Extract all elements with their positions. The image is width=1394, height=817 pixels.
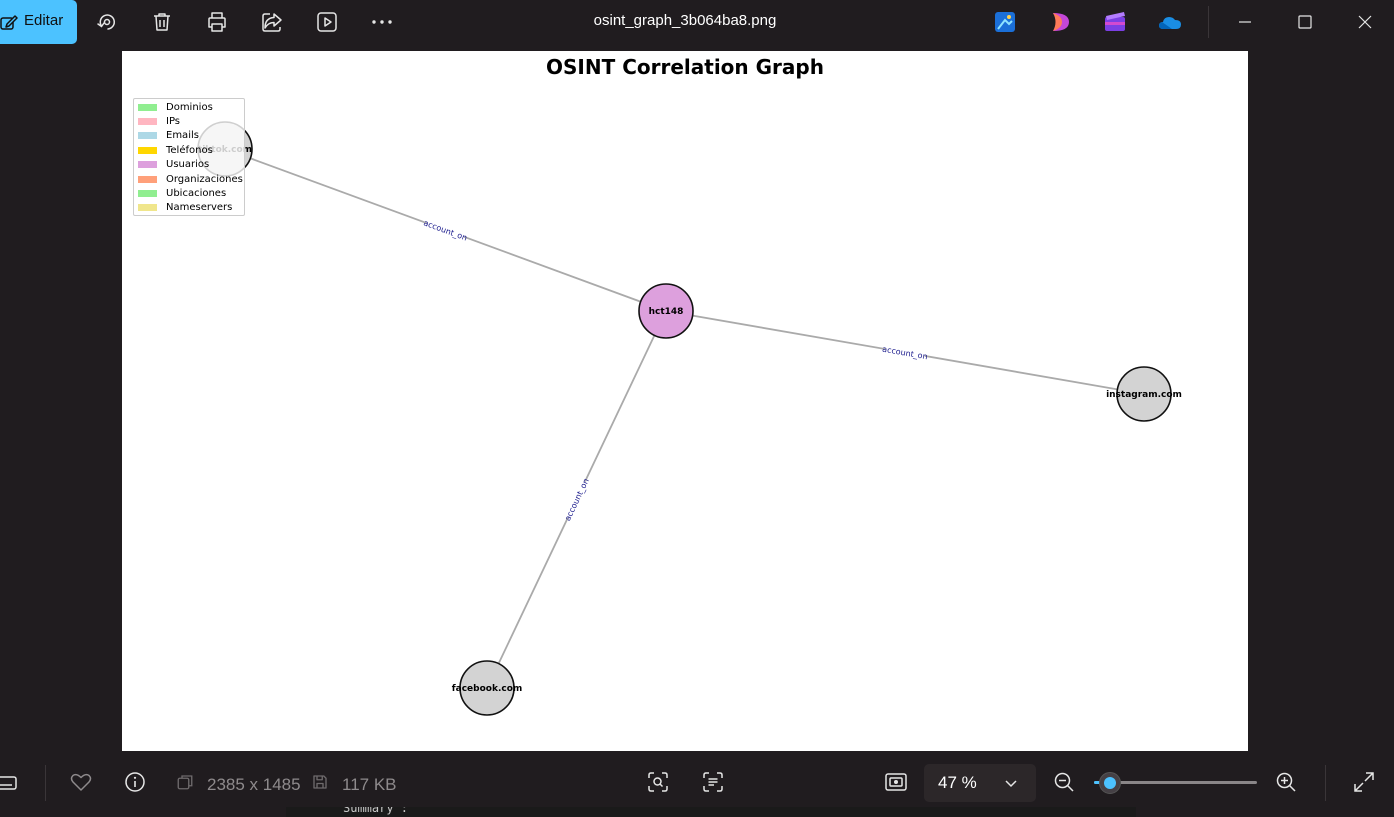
edit-button[interactable]: Editar — [0, 0, 77, 44]
info-icon[interactable] — [123, 770, 147, 794]
legend-label: Organizaciones — [166, 173, 243, 185]
legend-label: Teléfonos — [166, 144, 213, 156]
share-icon[interactable] — [260, 10, 284, 34]
graph-node-label: instagram.com — [1106, 390, 1182, 400]
title-divider — [1208, 6, 1209, 38]
zoom-level: 47 % — [938, 773, 977, 792]
minimize-icon[interactable] — [1233, 10, 1257, 34]
background-window-peek: Summary : — [286, 807, 1136, 817]
delete-icon[interactable] — [150, 10, 174, 34]
legend-item: Teléfonos — [138, 144, 213, 156]
close-icon[interactable] — [1353, 10, 1377, 34]
full-screen-icon[interactable] — [1352, 770, 1376, 794]
legend-label: Emails — [166, 130, 199, 142]
title-bar: Editar osint_graph_3b064ba8.png — [0, 0, 1394, 44]
fit-to-window-icon[interactable] — [884, 770, 908, 794]
visual-search-icon[interactable] — [646, 770, 670, 794]
zoom-slider-thumb[interactable] — [1099, 772, 1122, 794]
graph-node-label: facebook.com — [452, 684, 523, 694]
legend-label: Usuarios — [166, 159, 210, 171]
file-size: 117 KB — [342, 775, 397, 794]
video-editor-app-icon[interactable] — [1103, 10, 1127, 34]
status-divider-1 — [45, 765, 46, 801]
onedrive-icon[interactable] — [1158, 10, 1182, 34]
slideshow-icon[interactable] — [315, 10, 339, 34]
graph-legend: Dominios IPs Emails Teléfonos Usuarios Organi… — [133, 98, 245, 216]
graph-edge-label: account_on — [882, 345, 929, 362]
legend-swatch — [138, 146, 157, 154]
legend-item: Usuarios — [138, 159, 209, 171]
edit-button-label: Editar — [24, 12, 64, 29]
graph-title: OSINT Correlation Graph — [546, 55, 824, 79]
legend-item: Organizaciones — [138, 173, 243, 185]
filmstrip-icon[interactable] — [0, 771, 18, 795]
more-icon[interactable] — [370, 10, 394, 34]
chevron-down-icon — [1004, 775, 1018, 794]
legend-item: Nameservers — [138, 202, 232, 214]
graph-edge-label: account_on — [422, 218, 468, 242]
window-title: osint_graph_3b064ba8.png — [593, 12, 777, 29]
background-peek-text: Summary : — [343, 807, 409, 815]
image-canvas: hct148tiktok.cominstagram.comfacebook.co… — [122, 51, 1248, 751]
zoom-in-icon[interactable] — [1274, 770, 1298, 794]
legend-swatch — [138, 175, 157, 183]
legend-item: IPs — [138, 115, 180, 127]
status-divider-2 — [1325, 765, 1326, 801]
graph-node-label: hct148 — [649, 307, 684, 317]
image-dimensions: 2385 x 1485 — [207, 775, 301, 794]
text-scan-icon[interactable] — [701, 770, 725, 794]
zoom-out-icon[interactable] — [1052, 770, 1076, 794]
legend-swatch — [138, 132, 157, 140]
legend-label: Ubicaciones — [166, 187, 227, 199]
legend-swatch — [138, 103, 157, 111]
file-size-icon — [311, 773, 329, 791]
legend-item: Dominios — [138, 101, 213, 113]
legend-label: Nameservers — [166, 202, 233, 214]
legend-swatch — [138, 161, 157, 169]
legend-swatch — [138, 204, 157, 212]
zoom-dropdown[interactable]: 47 % — [924, 764, 1036, 802]
legend-item: Emails — [138, 130, 199, 142]
legend-swatch — [138, 189, 157, 197]
graph-svg: hct148tiktok.cominstagram.comfacebook.co… — [197, 121, 1182, 716]
legend-swatch — [138, 117, 157, 125]
favorite-heart-icon[interactable] — [69, 770, 93, 794]
rotate-icon[interactable] — [95, 10, 119, 34]
dimensions-icon — [176, 773, 194, 791]
photo-editor-app-icon[interactable] — [993, 10, 1017, 34]
legend-label: Dominios — [166, 101, 213, 113]
edit-pencil-icon — [0, 13, 18, 35]
graph-edge-label: account_on — [563, 477, 591, 522]
legend-item: Ubicaciones — [138, 187, 226, 199]
maximize-icon[interactable] — [1293, 10, 1317, 34]
clipchamp-app-icon[interactable] — [1049, 10, 1073, 34]
legend-label: IPs — [166, 115, 181, 127]
status-bar: 2385 x 1485 117 KB 47 % Summary : — [0, 751, 1394, 817]
print-icon[interactable] — [205, 10, 229, 34]
